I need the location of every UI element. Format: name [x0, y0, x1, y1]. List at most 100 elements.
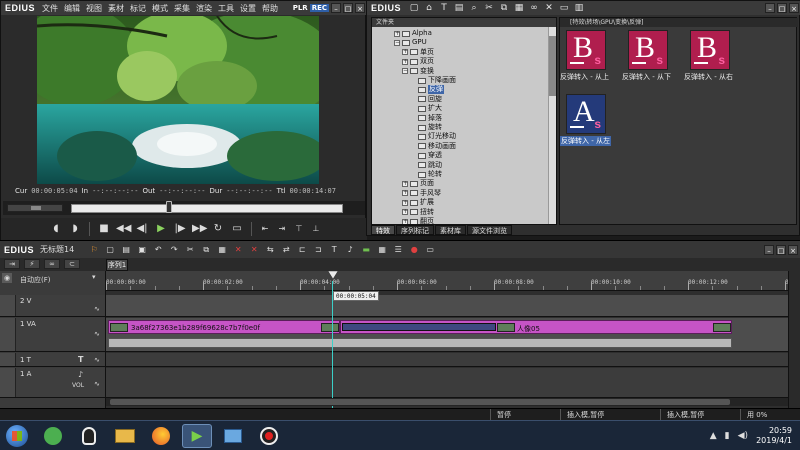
minimize-icon[interactable]: – [764, 244, 774, 255]
eye-icon[interactable]: ◉ [2, 273, 12, 283]
effect-thumbnail[interactable]: Bs [690, 30, 730, 70]
browser-360-icon[interactable] [38, 424, 68, 448]
link-icon[interactable]: ∞ [44, 259, 60, 269]
restore-icon[interactable]: □ [343, 3, 353, 13]
mixer-icon[interactable]: ▬ [360, 244, 372, 256]
track-lane[interactable] [106, 295, 788, 316]
menu-clip[interactable]: 素材 [105, 3, 127, 14]
effect-thumbnail[interactable]: As [566, 94, 606, 134]
match-frame-icon[interactable]: ⊤ [293, 222, 305, 236]
timeline-horizontal-scrollbar-thumb[interactable] [110, 399, 730, 405]
export-icon[interactable]: ▭ [424, 244, 436, 256]
ripple-mode-icon[interactable]: ⇆ [264, 244, 276, 256]
track-lane[interactable] [106, 368, 788, 397]
position-slider-thumb[interactable] [165, 201, 172, 213]
menu-settings[interactable]: 设置 [237, 3, 259, 14]
new-sequence-icon[interactable]: ▢ [104, 244, 116, 256]
tree-item[interactable]: 穿透 [410, 151, 442, 160]
track-lane[interactable] [106, 353, 788, 366]
close-icon[interactable]: × [789, 3, 799, 13]
track-toggle[interactable] [0, 353, 16, 366]
tray-expand-icon[interactable]: ▲ [710, 431, 717, 441]
tree-scrollbar-thumb[interactable] [549, 36, 556, 96]
expand-icon[interactable]: + [402, 49, 408, 56]
group-icon[interactable]: ⊐ [312, 244, 324, 256]
collapse-icon[interactable]: − [402, 68, 408, 75]
tree-item[interactable]: − GPU [394, 38, 427, 47]
effect-thumbnail[interactable]: Bs [628, 30, 668, 70]
record-app-icon[interactable] [254, 424, 284, 448]
tree-item[interactable]: − 变换 [402, 67, 434, 76]
paste-icon[interactable]: ▦ [513, 2, 525, 14]
expand-icon[interactable]: + [402, 58, 408, 65]
cut-icon[interactable]: ✂ [483, 2, 495, 14]
step-back-icon[interactable]: ◀| [135, 222, 149, 236]
playhead-marker-icon[interactable] [328, 271, 338, 281]
copy-icon[interactable]: ⧉ [200, 244, 212, 256]
tree-item[interactable]: 回旋 [410, 95, 442, 104]
mode-icon[interactable]: ⚐ [88, 244, 100, 256]
output-icon[interactable]: ▭ [230, 222, 244, 236]
track-2v-header[interactable]: 2 V ∿ [0, 295, 106, 316]
rewind-icon[interactable]: ◀◀ [116, 222, 131, 236]
menu-capture[interactable]: 采集 [171, 3, 193, 14]
volume-icon[interactable]: ◀) [738, 431, 748, 441]
audio-waveform-bar[interactable] [108, 338, 732, 348]
tree-item[interactable]: + Alpha [394, 29, 432, 38]
shuttle-knob[interactable] [31, 206, 41, 210]
tree-item[interactable]: 掉落 [410, 114, 442, 123]
tree-item[interactable]: 反弹 [410, 85, 444, 95]
copy-icon[interactable]: ⧉ [498, 2, 510, 14]
edius-taskbar-icon[interactable]: ▶ [182, 423, 212, 448]
paste-icon[interactable]: ▦ [216, 244, 228, 256]
tree-item[interactable]: + 页面 [402, 179, 434, 188]
minimize-icon[interactable]: – [331, 3, 341, 13]
chevron-down-icon[interactable]: ▾ [92, 273, 96, 281]
stop-icon[interactable]: ■ [97, 222, 111, 236]
window-app-icon[interactable] [218, 424, 248, 448]
restore-icon[interactable]: □ [776, 244, 786, 255]
fast-forward-icon[interactable]: ▶▶ [192, 222, 207, 236]
tab-sequence[interactable]: 序列1 [106, 259, 128, 271]
qq-icon[interactable] [74, 424, 104, 448]
menu-edit[interactable]: 编辑 [61, 3, 83, 14]
rec-button[interactable]: REC [309, 4, 329, 12]
track-toggle[interactable] [0, 295, 16, 316]
clock[interactable]: 20:59 2019/4/1 [756, 426, 792, 446]
menu-marker[interactable]: 标记 [127, 3, 149, 14]
properties-icon[interactable]: ▭ [558, 2, 570, 14]
expand-icon[interactable]: + [402, 199, 408, 206]
timeline-ruler[interactable]: 00:00:00:00 00:00:02:00 00:00:04:00 00:00:0… [106, 271, 800, 291]
effect-label[interactable]: 反弹转入 - 从左 [560, 136, 611, 146]
settings-icon[interactable]: ☰ [392, 244, 404, 256]
mute-icon[interactable]: ∿ [94, 330, 100, 338]
audio-icon[interactable]: ♪ [344, 244, 356, 256]
tree-item[interactable]: 轮转 [410, 170, 442, 179]
network-icon[interactable]: ▮ [725, 431, 730, 441]
tab-bin[interactable]: 素材库 [435, 225, 466, 235]
transition-marker[interactable] [342, 323, 496, 331]
save-project-icon[interactable]: ▣ [136, 244, 148, 256]
track-lane[interactable]: 3a68f27363e1b289f69628c7b7f0e0f 人像05 [106, 318, 788, 351]
open-project-icon[interactable]: ▤ [120, 244, 132, 256]
timeline-vertical-scrollbar[interactable] [788, 271, 800, 411]
track-1a-header[interactable]: 1 A ♪ VOL ∿ [0, 368, 106, 397]
delete-icon[interactable]: ✕ [543, 2, 555, 14]
start-button-icon[interactable] [6, 424, 28, 447]
position-slider[interactable] [71, 204, 343, 213]
expand-icon[interactable]: + [402, 209, 408, 216]
tree-item[interactable]: 旋转 [410, 123, 442, 132]
loop-icon[interactable]: ↻ [211, 222, 225, 236]
restore-icon[interactable]: □ [777, 3, 787, 13]
menu-view[interactable]: 视图 [83, 3, 105, 14]
speaker-icon[interactable]: ♪ [78, 370, 83, 379]
effect-label[interactable]: 反弹转入 - 从右 [684, 72, 733, 82]
snap-icon[interactable]: ⊏ [296, 244, 308, 256]
tab-effects[interactable]: 特效 [371, 225, 395, 235]
tree-item[interactable]: 移动画面 [410, 142, 456, 151]
sync-lock-icon[interactable]: ⊂ [64, 259, 80, 269]
expand-icon[interactable]: + [394, 30, 400, 37]
insert-mode-icon[interactable]: ⇥ [4, 259, 20, 269]
cut-icon[interactable]: ✂ [184, 244, 196, 256]
effect-label[interactable]: 反弹转入 - 从上 [560, 72, 609, 82]
